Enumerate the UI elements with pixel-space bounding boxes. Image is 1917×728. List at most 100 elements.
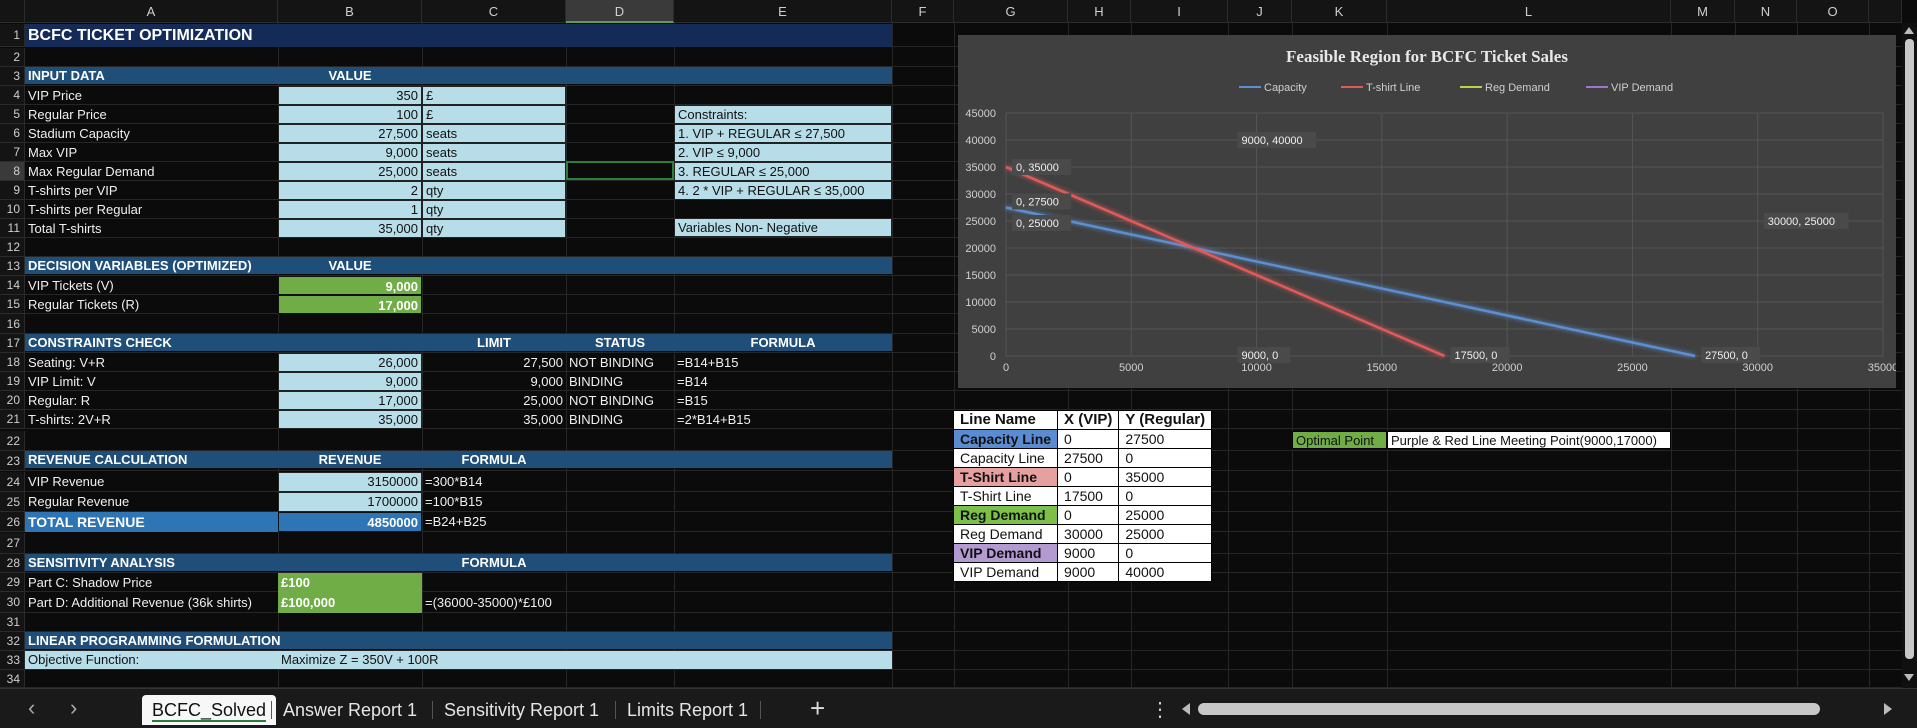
row-header[interactable]: 10: [0, 200, 25, 219]
row-header[interactable]: 33: [0, 651, 25, 670]
objective-function[interactable]: Maximize Z = 350V + 100R: [278, 651, 678, 669]
check-status[interactable]: NOT BINDING: [566, 353, 674, 372]
row-header[interactable]: 22: [0, 431, 25, 451]
input-unit[interactable]: £: [422, 86, 566, 105]
constraint-item[interactable]: 2. VIP ≤ 9,000: [674, 143, 892, 162]
input-value[interactable]: 1: [278, 200, 422, 219]
more-options-icon[interactable]: ⋮: [1150, 697, 1170, 722]
scroll-down-icon[interactable]: [1904, 674, 1914, 681]
row-header[interactable]: 16: [0, 314, 25, 334]
line-name[interactable]: VIP Demand: [952, 562, 1059, 582]
input-value[interactable]: 2: [278, 181, 422, 200]
total-revenue-label[interactable]: TOTAL REVENUE: [25, 512, 278, 532]
sensitivity-formula[interactable]: [422, 573, 722, 592]
col-header-b[interactable]: B: [278, 0, 422, 23]
check-value[interactable]: 26,000: [278, 353, 422, 372]
sensitivity-value[interactable]: £100,000: [278, 592, 422, 613]
row-header[interactable]: 32: [0, 632, 25, 651]
line-name[interactable]: T-Shirt Line: [952, 467, 1059, 487]
row-header[interactable]: 8: [0, 162, 25, 181]
revenue-formula[interactable]: =100*B15: [422, 492, 566, 512]
row-header[interactable]: 34: [0, 670, 25, 688]
add-sheet-icon[interactable]: +: [810, 693, 825, 724]
row-header[interactable]: 27: [0, 533, 25, 554]
input-value[interactable]: 100: [278, 105, 422, 124]
col-header-n[interactable]: N: [1735, 0, 1797, 23]
input-value[interactable]: 27,500: [278, 124, 422, 143]
constraint-item[interactable]: 4. 2 * VIP + REGULAR ≤ 35,000: [674, 181, 892, 200]
input-value[interactable]: 25,000: [278, 162, 422, 181]
row-header[interactable]: 21: [0, 410, 25, 429]
line-x[interactable]: 9000: [1057, 562, 1120, 582]
total-revenue-formula[interactable]: =B24+B25: [422, 512, 566, 532]
row-header[interactable]: 24: [0, 472, 25, 492]
check-limit[interactable]: 25,000: [422, 391, 566, 410]
tab-limits-report-1[interactable]: Limits Report 1: [617, 695, 758, 725]
tab-bcfc-solved[interactable]: BCFC_Solved: [142, 695, 277, 725]
nonneg-cell[interactable]: Variables Non- Negative: [674, 218, 892, 237]
col-header-i[interactable]: I: [1131, 0, 1228, 23]
row-header[interactable]: 20: [0, 391, 25, 410]
row-header[interactable]: 14: [0, 276, 25, 295]
constraint-item[interactable]: 1. VIP + REGULAR ≤ 27,500: [674, 124, 892, 143]
next-sheet-icon[interactable]: ›: [70, 695, 77, 721]
line-name[interactable]: Reg Demand: [952, 524, 1059, 544]
row-header[interactable]: 17: [0, 334, 25, 353]
line-name[interactable]: Capacity Line: [952, 448, 1059, 468]
input-unit[interactable]: seats: [422, 124, 566, 143]
optimal-point-value[interactable]: Purple & Red Line Meeting Point(9000,170…: [1387, 431, 1671, 449]
row-header[interactable]: 13: [0, 257, 25, 276]
check-status[interactable]: BINDING: [566, 372, 674, 391]
sensitivity-value[interactable]: £100: [278, 573, 422, 592]
col-header-e[interactable]: E: [674, 0, 892, 23]
check-formula[interactable]: =2*B14+B15: [674, 410, 892, 429]
row-header[interactable]: 4: [0, 86, 25, 105]
input-unit[interactable]: seats: [422, 143, 566, 162]
row-header[interactable]: 28: [0, 554, 25, 573]
constraints-title[interactable]: Constraints:: [674, 105, 892, 124]
input-value[interactable]: 350: [278, 86, 422, 105]
line-x[interactable]: 0: [1057, 467, 1120, 487]
input-unit[interactable]: £: [422, 105, 566, 124]
input-value[interactable]: 9,000: [278, 143, 422, 162]
check-status[interactable]: BINDING: [566, 410, 674, 429]
check-limit[interactable]: 9,000: [422, 372, 566, 391]
horizontal-scroll-thumb[interactable]: [1198, 703, 1820, 715]
check-limit[interactable]: 35,000: [422, 410, 566, 429]
scroll-right-icon[interactable]: [1884, 703, 1892, 715]
input-data-header[interactable]: INPUT DATA: [25, 67, 892, 84]
input-value[interactable]: 35,000: [278, 219, 422, 238]
check-formula[interactable]: =B15: [674, 391, 892, 410]
row-header[interactable]: 26: [0, 512, 25, 532]
line-y[interactable]: 25000: [1118, 524, 1213, 544]
check-status[interactable]: NOT BINDING: [566, 391, 674, 410]
col-header-d[interactable]: D: [566, 0, 674, 23]
line-y[interactable]: 35000: [1118, 467, 1213, 487]
col-header-k[interactable]: K: [1292, 0, 1387, 23]
revenue-formula[interactable]: =300*B14: [422, 472, 566, 492]
input-unit[interactable]: seats: [422, 162, 566, 181]
optimal-point-label[interactable]: Optimal Point: [1292, 431, 1387, 449]
constraint-item[interactable]: 3. REGULAR ≤ 25,000: [674, 162, 892, 181]
row-header[interactable]: 12: [0, 238, 25, 257]
row-header[interactable]: 11: [0, 219, 25, 238]
row-header[interactable]: 7: [0, 143, 25, 162]
line-y[interactable]: 0: [1118, 486, 1213, 506]
line-y[interactable]: 0: [1118, 543, 1213, 563]
sensitivity-formula[interactable]: =(36000-35000)*£100: [422, 592, 722, 613]
input-unit[interactable]: qty: [422, 200, 566, 219]
decision-value[interactable]: 17,000: [278, 295, 422, 314]
prev-sheet-icon[interactable]: ‹: [28, 695, 35, 721]
col-header-extra[interactable]: [1869, 0, 1902, 23]
input-unit[interactable]: qty: [422, 181, 566, 200]
active-cell-d8[interactable]: [566, 161, 674, 180]
select-all-corner[interactable]: [0, 0, 25, 23]
check-formula[interactable]: =B14+B15: [674, 353, 892, 372]
total-revenue-value[interactable]: 4850000: [278, 512, 422, 532]
check-value[interactable]: 9,000: [278, 372, 422, 391]
line-name[interactable]: T-Shirt Line: [952, 486, 1059, 506]
line-x[interactable]: 0: [1057, 505, 1120, 525]
col-header-c[interactable]: C: [422, 0, 566, 23]
row-header[interactable]: 18: [0, 353, 25, 372]
row-header[interactable]: 6: [0, 124, 25, 143]
